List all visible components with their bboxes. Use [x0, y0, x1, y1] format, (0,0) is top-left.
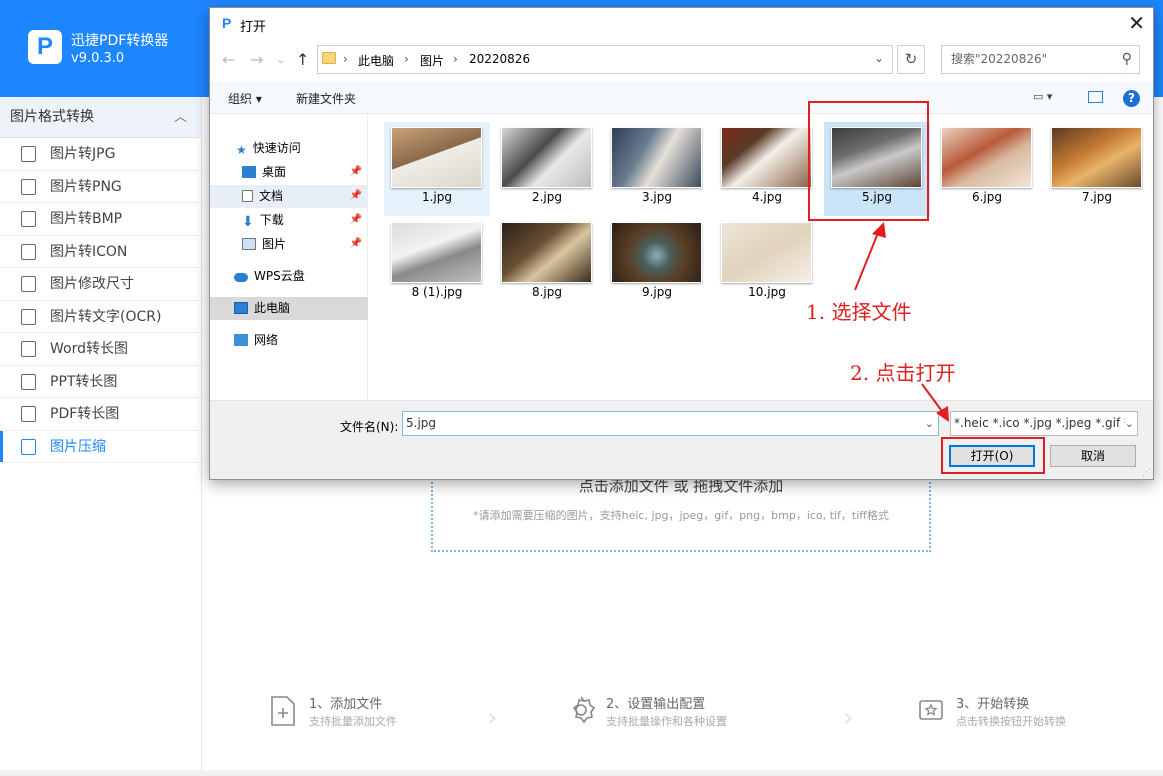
annotation-arrow-2: [921, 383, 945, 415]
annotation-arrowhead-2: [936, 406, 949, 422]
annotation-click-open: 2. 点击打开: [850, 361, 956, 385]
annotation-arrow-1: [854, 227, 881, 291]
annotation-arrowhead-1: [872, 222, 886, 238]
annotation-arrows: [854, 222, 949, 422]
annotation-select-file: 1. 选择文件: [806, 300, 912, 324]
